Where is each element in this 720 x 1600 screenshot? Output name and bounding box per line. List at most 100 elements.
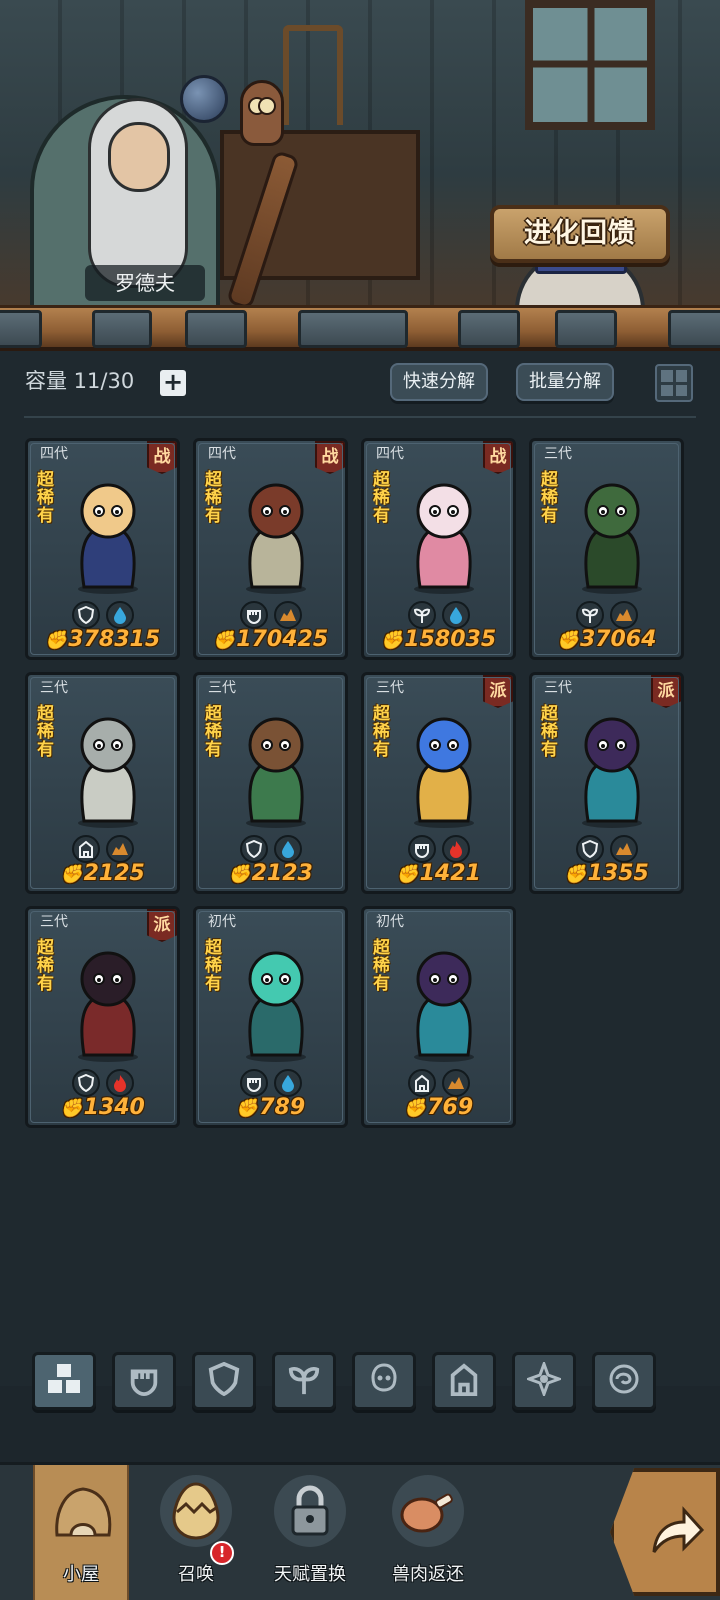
sheep-worm-portrait <box>402 469 486 597</box>
batch-dismantle-button[interactable]: 批量分解 <box>516 363 614 401</box>
rail-plate <box>298 310 408 348</box>
moss-golem-portrait <box>570 469 654 597</box>
crosshair-icon <box>524 1359 564 1400</box>
filter-sprout[interactable] <box>272 1352 336 1410</box>
evolve-feedback-button[interactable]: 进化回馈 <box>490 205 670 263</box>
hut-icon <box>47 1475 119 1547</box>
globe-icon <box>180 75 228 123</box>
nav-label: 兽肉返还 <box>392 1564 464 1585</box>
rail-plate <box>458 310 520 348</box>
monster-card[interactable]: 四代 超稀有 战 ✊158035 <box>361 438 516 660</box>
shield-icon <box>207 1361 241 1400</box>
monster-card[interactable]: 三代 超稀有 ✊2123 <box>193 672 348 894</box>
rail-plate <box>555 310 617 348</box>
power-number: 1340 <box>83 1095 145 1120</box>
horned-beast-portrait <box>66 937 150 1065</box>
nav-egg[interactable]: 召唤! <box>148 1465 244 1600</box>
monster-card[interactable]: 初代 超稀有 ✊789 <box>193 906 348 1128</box>
fist-icon <box>127 1362 161 1400</box>
sprout-icon <box>408 601 436 629</box>
monster-card[interactable]: 四代 超稀有 战 ✊170425 <box>193 438 348 660</box>
role-badge: 派 <box>651 675 681 708</box>
nav-hut[interactable]: 小屋 <box>33 1465 129 1600</box>
filter-crosshair[interactable] <box>512 1352 576 1410</box>
fist-icon <box>240 1069 268 1097</box>
blue-flame-spirit-portrait <box>402 703 486 831</box>
monster-card[interactable]: 初代 超稀有 ✊769 <box>361 906 516 1128</box>
rarity-label: 超稀有 <box>205 470 222 526</box>
filter-shield[interactable] <box>192 1352 256 1410</box>
attribute-tags <box>240 1069 302 1097</box>
fire-icon <box>106 1069 134 1097</box>
power-icon: ✊ <box>212 630 236 651</box>
power-value: ✊1355 <box>532 861 681 886</box>
monster-card[interactable]: 三代 超稀有 派 ✊1340 <box>25 906 180 1128</box>
monster-card[interactable]: 三代 超稀有 ✊37064 <box>529 438 684 660</box>
meat-icon <box>392 1475 464 1547</box>
filter-fist[interactable] <box>112 1352 176 1410</box>
power-value: ✊789 <box>196 1095 345 1120</box>
shield-icon <box>576 835 604 863</box>
attribute-tags <box>576 601 638 629</box>
expand-capacity-button[interactable]: + <box>160 370 186 396</box>
nav-label: 小屋 <box>63 1564 99 1585</box>
npc-name-label[interactable]: 罗德夫 <box>85 265 205 301</box>
dark-witch-portrait <box>570 703 654 831</box>
attribute-tags <box>240 835 302 863</box>
role-badge: 派 <box>483 675 513 708</box>
rarity-label: 超稀有 <box>205 938 222 994</box>
earth-icon <box>442 1069 470 1097</box>
filter-spirit[interactable] <box>352 1352 416 1410</box>
rarity-label: 超稀有 <box>373 470 390 526</box>
role-badge: 战 <box>147 441 177 474</box>
power-number: 378315 <box>68 627 161 652</box>
generation-label: 三代 <box>544 446 572 462</box>
earth-icon <box>610 601 638 629</box>
generation-label: 四代 <box>40 446 68 462</box>
monster-card[interactable]: 三代 超稀有 ✊2125 <box>25 672 180 894</box>
fist-icon <box>408 835 436 863</box>
generation-label: 三代 <box>40 680 68 696</box>
nav-lock[interactable]: 天赋置换 <box>262 1465 358 1600</box>
water-icon <box>442 601 470 629</box>
category-filter-bar <box>0 1352 720 1414</box>
filter-all[interactable] <box>32 1352 96 1410</box>
rarity-label: 超稀有 <box>37 704 54 760</box>
water-icon <box>106 601 134 629</box>
grid-view-toggle[interactable] <box>655 364 693 402</box>
power-number: 158035 <box>404 627 497 652</box>
quick-dismantle-button[interactable]: 快速分解 <box>390 363 488 401</box>
monster-card[interactable]: 四代 超稀有 战 ✊378315 <box>25 438 180 660</box>
hooded-blob-portrait <box>234 469 318 597</box>
power-icon: ✊ <box>60 864 83 885</box>
power-icon: ✊ <box>44 630 68 651</box>
power-icon: ✊ <box>396 864 419 885</box>
power-number: 170425 <box>236 627 329 652</box>
filter-swirl[interactable] <box>592 1352 656 1410</box>
attribute-tags <box>408 601 470 629</box>
water-icon <box>274 1069 302 1097</box>
monster-card[interactable]: 三代 超稀有 派 ✊1355 <box>529 672 684 894</box>
rail-plate <box>668 310 720 348</box>
power-number: 2123 <box>251 861 313 886</box>
nav-meat[interactable]: 兽肉返还 <box>380 1465 476 1600</box>
power-number: 37064 <box>579 627 657 652</box>
monster-card[interactable]: 三代 超稀有 派 ✊1421 <box>361 672 516 894</box>
attribute-tags <box>72 835 134 863</box>
generation-label: 初代 <box>376 914 404 930</box>
filter-castle[interactable] <box>432 1352 496 1410</box>
spirit-icon <box>367 1362 401 1400</box>
attribute-tags <box>72 1069 134 1097</box>
scene-window <box>525 0 655 130</box>
rarity-label: 超稀有 <box>541 704 558 760</box>
armored-mouse-portrait <box>66 703 150 831</box>
water-serpent-portrait <box>234 937 318 1065</box>
role-badge: 战 <box>315 441 345 474</box>
water-icon <box>274 835 302 863</box>
power-icon: ✊ <box>60 1098 83 1119</box>
scene-chair <box>283 25 343 125</box>
rail-plate <box>92 310 152 348</box>
lock-icon <box>274 1475 346 1547</box>
rarity-label: 超稀有 <box>37 470 54 526</box>
power-number: 789 <box>259 1095 306 1120</box>
